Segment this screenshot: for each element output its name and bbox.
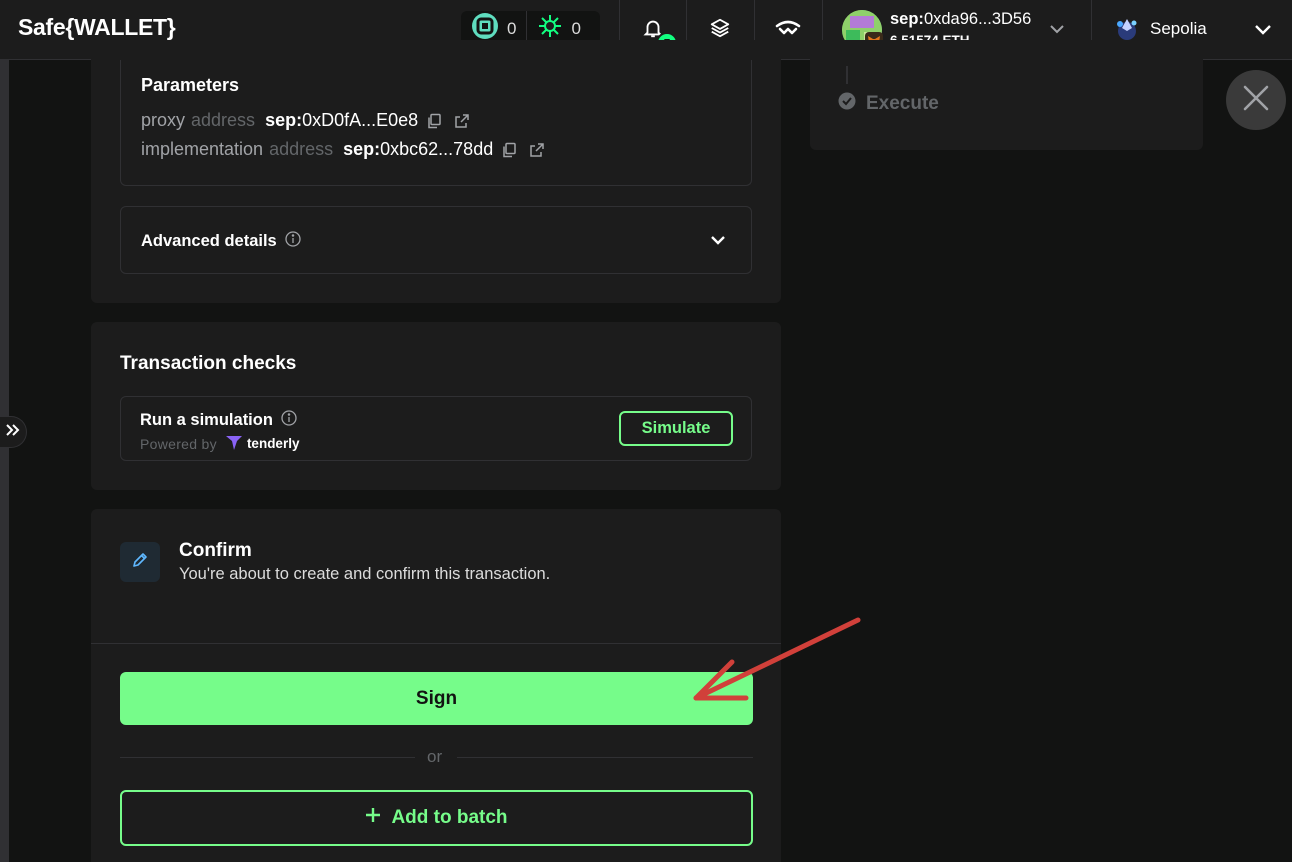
sidebar-rail — [0, 60, 9, 862]
sidebar-expand-button[interactable] — [0, 416, 27, 448]
add-to-batch-label: Add to batch — [391, 807, 508, 828]
app-root: Safe{WALLET} 0 0 sep:0xda96...3D56 Sepol… — [0, 0, 1292, 862]
transaction-details-card: Parameters proxy address sep:0xD0fA...E0… — [91, 40, 781, 303]
pencil-icon — [131, 551, 149, 574]
tenderly-logo: tenderly — [225, 433, 300, 454]
info-icon[interactable] — [285, 231, 301, 252]
tenderly-icon — [225, 433, 243, 454]
annotation-arrow — [693, 617, 861, 701]
param-name: proxy — [141, 110, 186, 130]
param-address: sep:0xD0fA...E0e8 — [265, 110, 419, 130]
external-link-icon[interactable] — [529, 142, 545, 158]
param-row-implementation: implementation address sep:0xbc62...78dd — [141, 139, 545, 160]
transaction-checks-title: Transaction checks — [120, 353, 297, 374]
confirm-icon-box — [120, 542, 160, 582]
sign-button[interactable]: Sign — [120, 672, 753, 725]
double-chevron-right-icon — [5, 423, 21, 442]
safe-token-count: 0 — [507, 18, 517, 38]
check-circle-icon — [838, 92, 856, 115]
or-separator: or — [120, 747, 753, 769]
parameters-section: Parameters proxy address sep:0xD0fA...E0… — [120, 60, 752, 186]
chevron-down-icon — [709, 231, 727, 254]
powered-by: Powered by tenderly — [140, 433, 299, 454]
status-step-execute: Execute — [838, 92, 939, 115]
simulation-title-label: Run a simulation — [140, 411, 273, 429]
safe-logo[interactable]: Safe{WALLET} — [18, 14, 176, 41]
chevron-down-icon — [1252, 18, 1274, 45]
copy-icon[interactable] — [426, 113, 442, 129]
walletconnect-icon — [775, 20, 801, 41]
confirm-card: Confirm You're about to create and confi… — [91, 509, 781, 862]
simulate-button[interactable]: Simulate — [619, 411, 733, 446]
divider — [457, 757, 753, 758]
or-label: or — [427, 747, 443, 766]
advanced-details-label: Advanced details — [141, 232, 277, 250]
simulation-title: Run a simulation — [140, 410, 297, 431]
divider — [120, 757, 415, 758]
external-link-icon[interactable] — [454, 113, 470, 129]
network-name: Sepolia — [1150, 19, 1207, 38]
transaction-status-panel: Execute — [810, 40, 1203, 150]
account-address: sep:0xda96...3D56 — [890, 10, 1032, 28]
advanced-details-title: Advanced details — [141, 231, 301, 252]
plus-icon — [365, 807, 381, 829]
param-type: address — [269, 139, 334, 159]
param-type: address — [191, 110, 256, 130]
points-count: 0 — [571, 18, 581, 38]
execute-step-label: Execute — [866, 92, 939, 114]
divider — [91, 643, 781, 644]
close-button[interactable] — [1226, 70, 1286, 130]
add-to-batch-button[interactable]: Add to batch — [120, 790, 753, 846]
status-connector — [846, 66, 848, 84]
param-row-proxy: proxy address sep:0xD0fA...E0e8 — [141, 110, 470, 131]
parameters-title: Parameters — [141, 75, 240, 95]
param-address: sep:0xbc62...78dd — [343, 139, 494, 159]
advanced-details-accordion[interactable]: Advanced details — [120, 206, 752, 274]
close-icon — [1242, 84, 1270, 117]
info-icon[interactable] — [281, 410, 297, 431]
confirm-title: Confirm — [179, 540, 252, 561]
param-name: implementation — [141, 139, 264, 159]
powered-by-label: Powered by — [140, 435, 217, 452]
transaction-checks-card: Transaction checks Run a simulation Powe… — [91, 322, 781, 490]
copy-icon[interactable] — [501, 142, 517, 158]
confirm-subtitle: You're about to create and confirm this … — [179, 565, 551, 583]
tenderly-label: tenderly — [246, 436, 300, 451]
simulation-section: Run a simulation Powered by tenderly Sim… — [120, 396, 752, 461]
